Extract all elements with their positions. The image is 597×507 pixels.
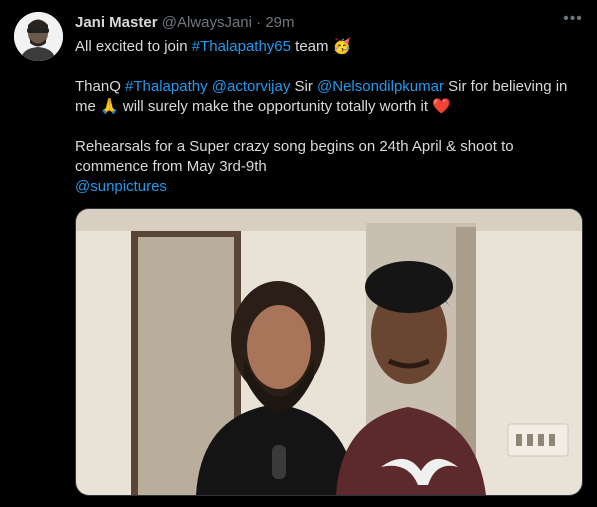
folded-hands-emoji: 🙏 <box>100 98 119 115</box>
meta-separator: · <box>256 14 262 31</box>
author-name[interactable]: Jani Master <box>75 14 158 31</box>
tweet-line-2: ThanQ #Thalapathy @actorvijay Sir @Nelso… <box>75 78 568 115</box>
mention-actorvijay[interactable]: @actorvijay <box>212 78 291 95</box>
tweet-text: All excited to join #Thalapathy65 team 🥳… <box>75 37 585 197</box>
hashtag-thalapathy65[interactable]: #Thalapathy65 <box>192 38 291 55</box>
hashtag-thalapathy[interactable]: #Thalapathy <box>125 78 208 95</box>
tweet-header: Jani Master @AlwaysJani · 29m <box>75 13 295 33</box>
avatar-image <box>14 12 63 61</box>
mention-sunpictures[interactable]: @sunpictures <box>75 178 167 195</box>
tweet-line-3: Rehearsals for a Super crazy song begins… <box>75 138 514 195</box>
tweet-photo[interactable] <box>75 208 583 496</box>
author-avatar[interactable] <box>14 12 63 61</box>
mention-nelsondilpkumar[interactable]: @Nelsondilpkumar <box>317 78 444 95</box>
more-options-icon[interactable]: ••• <box>560 10 586 30</box>
author-handle[interactable]: @AlwaysJani <box>162 14 252 31</box>
tweet-timestamp[interactable]: 29m <box>265 14 294 31</box>
tweet-line-1: All excited to join #Thalapathy65 team 🥳 <box>75 38 352 55</box>
party-face-emoji: 🥳 <box>332 38 352 55</box>
photo-image <box>76 209 582 495</box>
red-heart-emoji: ❤️ <box>432 98 451 115</box>
